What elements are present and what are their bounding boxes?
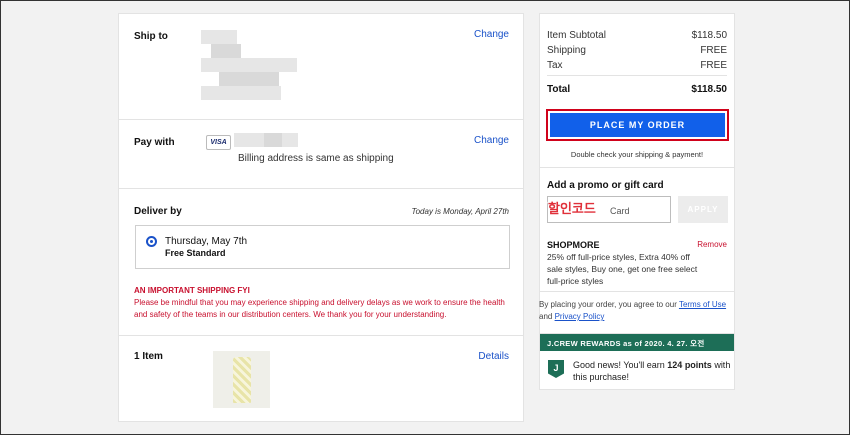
jcrew-rewards-icon: J <box>548 360 564 378</box>
place-order-button[interactable]: PLACE MY ORDER <box>550 113 725 137</box>
visa-card-icon: VISA <box>206 135 231 150</box>
terms-of-use-link[interactable]: Terms of Use <box>679 300 726 309</box>
rewards-message: Good news! You'll earn 124 points with t… <box>573 359 731 383</box>
terms-notice: By placing your order, you agree to our … <box>539 299 739 323</box>
ship-to-section: Ship to Change <box>119 14 523 120</box>
subtotal-row: Item Subtotal $118.50 <box>547 30 727 41</box>
subtotal-value: $118.50 <box>691 30 727 41</box>
shipping-fyi-body: Please be mindful that you may experienc… <box>134 298 505 319</box>
total-row: Total $118.50 <box>547 84 727 95</box>
promo-code-overlay: 할인코드 <box>548 202 596 217</box>
double-check-note: Double check your shipping & payment! <box>570 150 704 159</box>
checkout-details-panel: Ship to Change Pay with Change VISA Bill… <box>118 13 524 422</box>
rewards-msg-pre: Good news! You'll earn <box>573 360 668 370</box>
promo-title: Add a promo or gift card <box>547 180 664 191</box>
place-order-highlight: PLACE MY ORDER <box>546 109 729 141</box>
ship-to-change-link[interactable]: Change <box>474 29 509 40</box>
delivery-date: Thursday, May 7th <box>165 236 248 247</box>
items-title: 1 Item <box>134 351 163 362</box>
promo-description: 25% off full-price styles, Extra 40% off… <box>547 252 698 286</box>
divider <box>540 167 734 168</box>
terms-prefix: By placing your order, you agree to our <box>539 300 679 309</box>
promo-code-name: SHOPMORE <box>547 240 600 250</box>
subtotal-label: Item Subtotal <box>547 30 606 41</box>
deliver-by-section: Deliver by Today is Monday, April 27th T… <box>119 189 523 336</box>
apply-button[interactable]: APPLY <box>678 196 728 223</box>
delivery-method: Free Standard <box>165 248 226 258</box>
ship-to-title: Ship to <box>134 31 168 42</box>
deliver-by-title: Deliver by <box>134 206 182 217</box>
divider <box>540 291 734 292</box>
shipping-label: Shipping <box>547 45 586 56</box>
shipping-fyi-title: AN IMPORTANT SHIPPING FYI <box>134 286 250 295</box>
terms-and: and <box>539 312 555 321</box>
radio-selected-icon[interactable] <box>146 236 157 247</box>
tax-value: FREE <box>700 60 727 71</box>
rewards-card: J.CREW REWARDS as of 2020. 4. 27. 오전 10:… <box>539 333 735 390</box>
today-note: Today is Monday, April 27th <box>411 207 509 216</box>
items-details-link[interactable]: Details <box>478 351 509 362</box>
promo-remove-link[interactable]: Remove <box>697 240 727 249</box>
pay-change-link[interactable]: Change <box>474 135 509 146</box>
summary-divider <box>547 75 727 76</box>
tax-row: Tax FREE <box>547 60 727 71</box>
items-section: 1 Item Details <box>119 336 523 422</box>
pay-with-title: Pay with <box>134 137 175 148</box>
pay-with-section: Pay with Change VISA Billing address is … <box>119 120 523 189</box>
privacy-policy-link[interactable]: Privacy Policy <box>555 312 605 321</box>
delivery-option[interactable]: Thursday, May 7th Free Standard <box>135 225 510 269</box>
total-label: Total <box>547 84 571 95</box>
rewards-points: 124 points <box>667 360 712 370</box>
product-thumbnail[interactable] <box>213 351 270 408</box>
shipping-row: Shipping FREE <box>547 45 727 56</box>
tax-label: Tax <box>547 60 563 71</box>
billing-note: Billing address is same as shipping <box>238 153 394 164</box>
rewards-bar: J.CREW REWARDS as of 2020. 4. 27. 오전 10:… <box>540 334 734 358</box>
total-value: $118.50 <box>691 84 727 95</box>
shipping-value: FREE <box>700 45 727 56</box>
